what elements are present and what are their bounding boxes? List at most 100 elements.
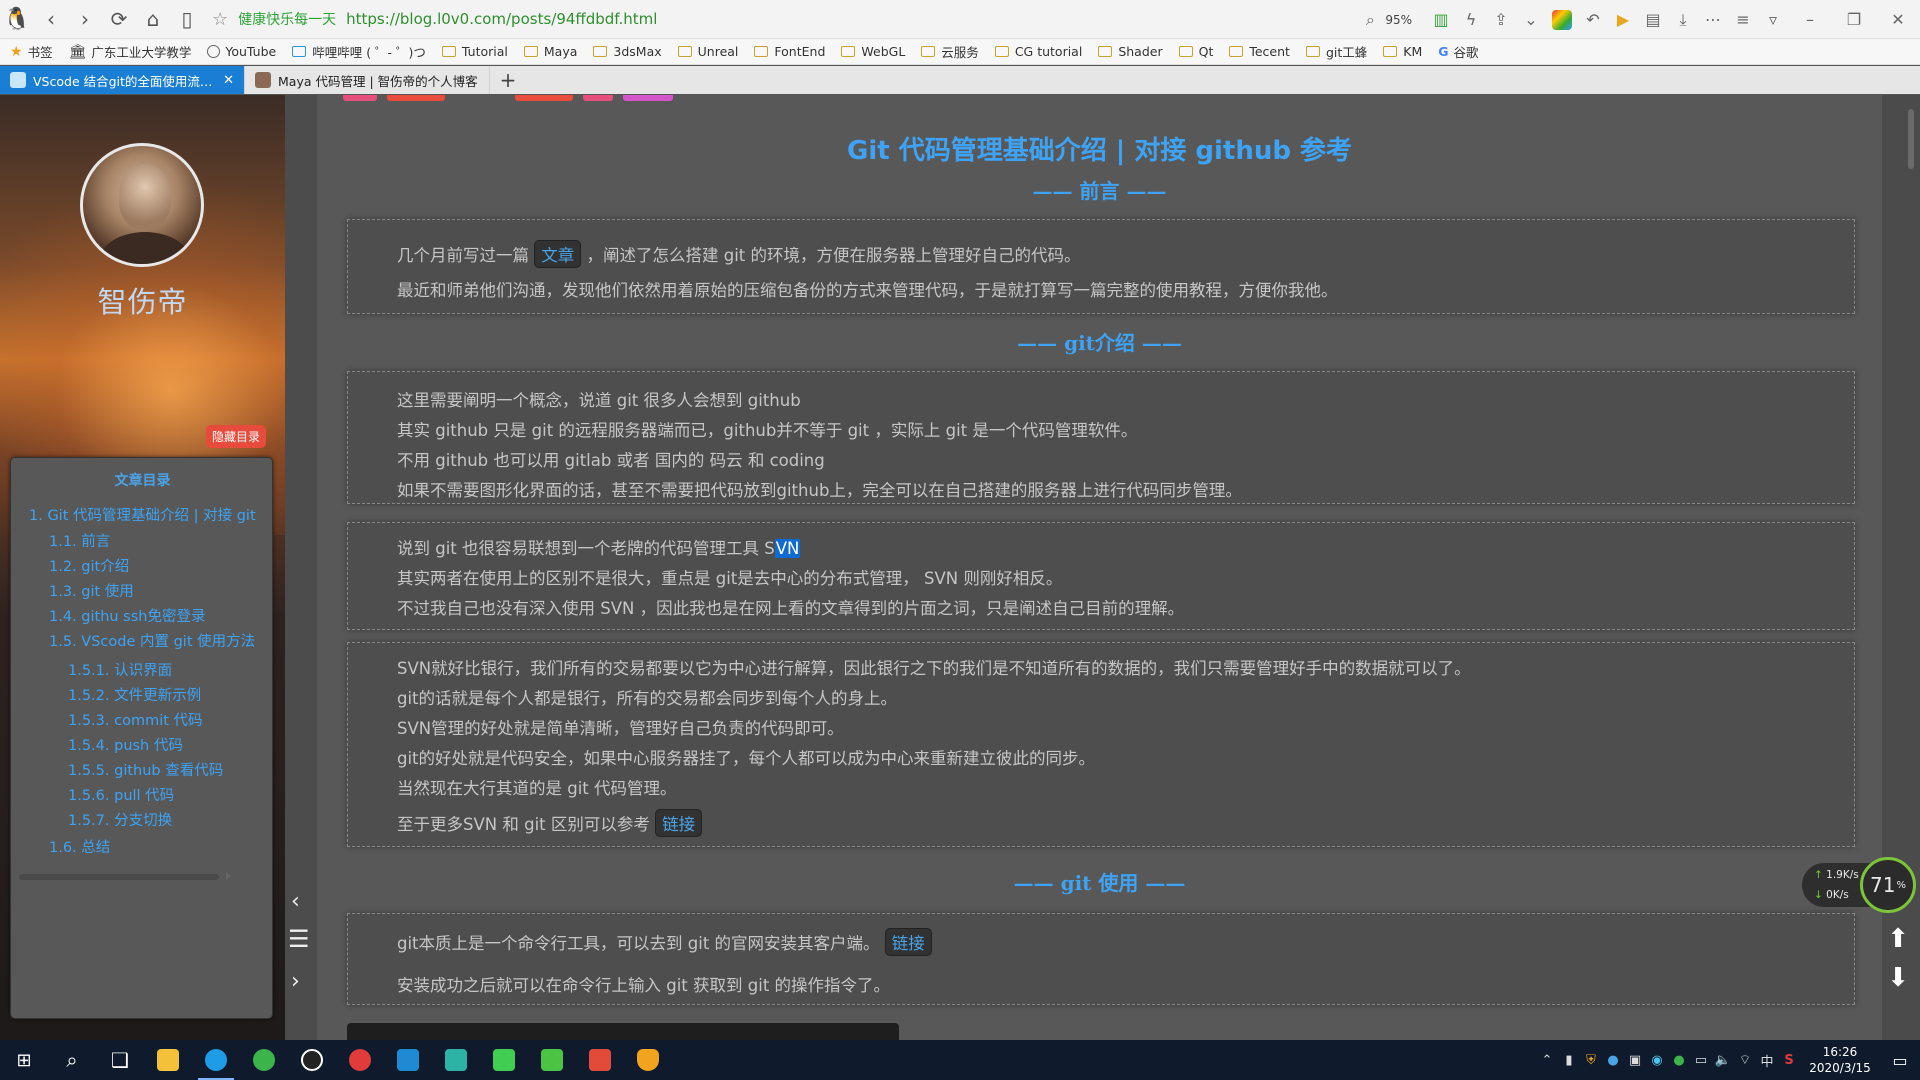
wechat-icon[interactable] — [240, 1040, 288, 1080]
app-c-green-icon[interactable] — [528, 1040, 576, 1080]
scrollbar-thumb[interactable] — [1908, 109, 1914, 169]
windows-start-icon[interactable]: ⊞ — [0, 1040, 48, 1080]
tag-badge[interactable] — [515, 95, 573, 101]
bookmark-folder[interactable]: Qt — [1178, 44, 1213, 59]
bookmark-folder[interactable]: Unreal — [677, 44, 738, 59]
tag-badge[interactable] — [583, 95, 613, 101]
new-tab-icon[interactable]: + — [490, 66, 526, 94]
sogou-ime-icon[interactable]: S — [1778, 1040, 1800, 1080]
toc-item[interactable]: 1.5.6. pull 代码 — [68, 784, 174, 805]
close-window-icon[interactable]: ✕ — [1876, 5, 1920, 35]
bookmark-item[interactable]: 哔哩哔哩 ( ゜- ゜)つ — [292, 42, 426, 61]
qq-icon[interactable] — [288, 1040, 336, 1080]
file-explorer-icon[interactable] — [144, 1040, 192, 1080]
tray-app-icon[interactable]: ▣ — [1624, 1040, 1646, 1080]
favorite-star-icon[interactable]: ☆ — [212, 9, 228, 30]
window-pin-icon[interactable]: ▿ — [1758, 5, 1788, 35]
reading-mode-icon[interactable]: ▯ — [170, 2, 204, 36]
volume-icon[interactable]: 🔈 — [1712, 1040, 1734, 1080]
tab-vscode-git[interactable]: VScode 结合git的全面使用流程 | 智伤帝 ✕ — [0, 66, 245, 94]
zoom-icon[interactable]: ⌕ — [1355, 5, 1385, 35]
address-bar[interactable]: ☆ 健康快乐每一天 https://blog.l0v0.com/posts/94… — [212, 5, 1292, 33]
task-view-icon[interactable]: ❑ — [96, 1040, 144, 1080]
search-icon[interactable]: ⌕ — [48, 1040, 96, 1080]
show-hidden-icons-icon[interactable]: ⌃ — [1536, 1040, 1558, 1080]
toc-item[interactable]: 1.6. 总结 — [49, 836, 110, 857]
bookmark-folder[interactable]: git工蜂 — [1305, 42, 1367, 61]
toc-item[interactable]: 1.2. git介绍 — [49, 555, 129, 576]
tray-wechat-icon[interactable]: ● — [1668, 1040, 1690, 1080]
bookmark-folder[interactable]: Shader — [1098, 44, 1163, 59]
close-tab-icon[interactable]: ✕ — [223, 73, 234, 88]
window-icon[interactable]: ▤ — [1638, 5, 1668, 35]
article-link[interactable]: 文章 — [534, 240, 582, 268]
system-clock[interactable]: 16:26 2020/3/15 — [1800, 1044, 1880, 1076]
toc-item[interactable]: 1.5.5. github 查看代码 — [68, 759, 223, 780]
zoom-level[interactable]: 95% — [1385, 13, 1412, 27]
lightning-icon[interactable]: ϟ — [1456, 5, 1486, 35]
git-download-link[interactable]: 链接 — [884, 928, 932, 956]
bookmark-item[interactable]: ★ 书签 — [10, 42, 53, 61]
bookmark-folder[interactable]: 云服务 — [921, 42, 979, 61]
vscode-icon[interactable] — [384, 1040, 432, 1080]
chevron-left-icon[interactable]: ‹ — [291, 889, 300, 914]
toc-item[interactable]: 1.5. VScode 内置 git 使用方法 — [49, 630, 255, 651]
bookmark-item[interactable]: 🏛 广东工业大学教学 — [69, 42, 192, 61]
tray-network-icon[interactable]: ◉ — [1646, 1040, 1668, 1080]
maya-icon[interactable] — [432, 1040, 480, 1080]
reader-icon[interactable]: ▥ — [1426, 5, 1456, 35]
toc-item[interactable]: 1.4. githu ssh免密登录 — [49, 605, 205, 626]
home-icon[interactable]: ⌂ — [136, 2, 170, 36]
app-c-red-icon[interactable] — [576, 1040, 624, 1080]
minimize-icon[interactable]: – — [1788, 5, 1832, 35]
network-speed-widget[interactable]: ↑ 1.9K/s ↓ 0K/s 71% — [1800, 857, 1920, 913]
bookmark-folder[interactable]: FontEnd — [754, 44, 825, 59]
qq-browser-icon[interactable] — [192, 1040, 240, 1080]
tray-app-icon[interactable]: ▭ — [1690, 1040, 1712, 1080]
ime-indicator[interactable]: 中 — [1756, 1040, 1778, 1080]
selected-text[interactable]: VN — [774, 539, 801, 558]
tag-badge[interactable] — [623, 95, 673, 101]
bookmark-folder[interactable]: Maya — [523, 44, 577, 59]
toc-horizontal-scrollbar[interactable] — [19, 872, 231, 880]
restore-icon[interactable]: ❐ — [1832, 5, 1876, 35]
bookmark-folder[interactable]: Tecent — [1229, 44, 1290, 59]
hide-toc-button[interactable]: 隐藏目录 — [206, 425, 267, 448]
hamburger-menu-icon[interactable]: ☰ — [288, 925, 310, 953]
tray-app-icon[interactable]: ▮ — [1558, 1040, 1580, 1080]
wifi-icon[interactable]: ⌔ — [1734, 1040, 1756, 1080]
media-icon[interactable]: ▶ — [1608, 5, 1638, 35]
bookmark-folder[interactable]: KM — [1383, 44, 1422, 59]
reload-icon[interactable]: ⟳ — [102, 2, 136, 36]
forward-icon[interactable]: › — [68, 2, 102, 36]
toc-item[interactable]: 1.5.7. 分支切换 — [68, 809, 172, 830]
shield-app-icon[interactable] — [624, 1040, 672, 1080]
bookmark-folder[interactable]: 3dsMax — [593, 44, 662, 59]
bookmark-folder[interactable]: WebGL — [841, 44, 905, 59]
qq-logo-icon[interactable]: 🐧 — [0, 2, 34, 36]
toc-item[interactable]: 1.1. 前言 — [49, 530, 110, 551]
tag-badge[interactable] — [343, 95, 377, 101]
bookmark-item[interactable]: YouTube — [207, 44, 276, 59]
action-center-icon[interactable]: ▭ — [1880, 1040, 1920, 1080]
toc-item[interactable]: 1. Git 代码管理基础介绍 | 对接 git — [29, 504, 256, 525]
scroll-up-icon[interactable]: ⬆ — [1884, 925, 1912, 953]
share-icon[interactable]: ⇪ — [1486, 5, 1516, 35]
extension-color-icon[interactable] — [1552, 9, 1572, 30]
bookmark-item[interactable]: G 谷歌 — [1438, 42, 1478, 61]
qt-creator-icon[interactable] — [480, 1040, 528, 1080]
chevron-down-icon[interactable]: ⌄ — [1516, 5, 1546, 35]
menu-icon[interactable]: ≡ — [1728, 5, 1758, 35]
netease-music-icon[interactable] — [336, 1040, 384, 1080]
bookmark-folder[interactable]: CG tutorial — [994, 44, 1082, 59]
toc-item[interactable]: 1.5.4. push 代码 — [68, 734, 183, 755]
url-text[interactable]: https://blog.l0v0.com/posts/94ffdbdf.htm… — [346, 10, 657, 28]
reference-link[interactable]: 链接 — [655, 809, 703, 837]
more-icon[interactable]: ⋯ — [1698, 5, 1728, 35]
avatar[interactable] — [80, 143, 204, 267]
scroll-down-icon[interactable]: ⬇ — [1884, 964, 1912, 992]
download-icon[interactable]: ⤓ — [1668, 5, 1698, 35]
toc-item[interactable]: 1.5.1. 认识界面 — [68, 659, 172, 680]
undo-icon[interactable]: ↶ — [1578, 5, 1608, 35]
chevron-right-icon[interactable]: › — [291, 969, 300, 994]
